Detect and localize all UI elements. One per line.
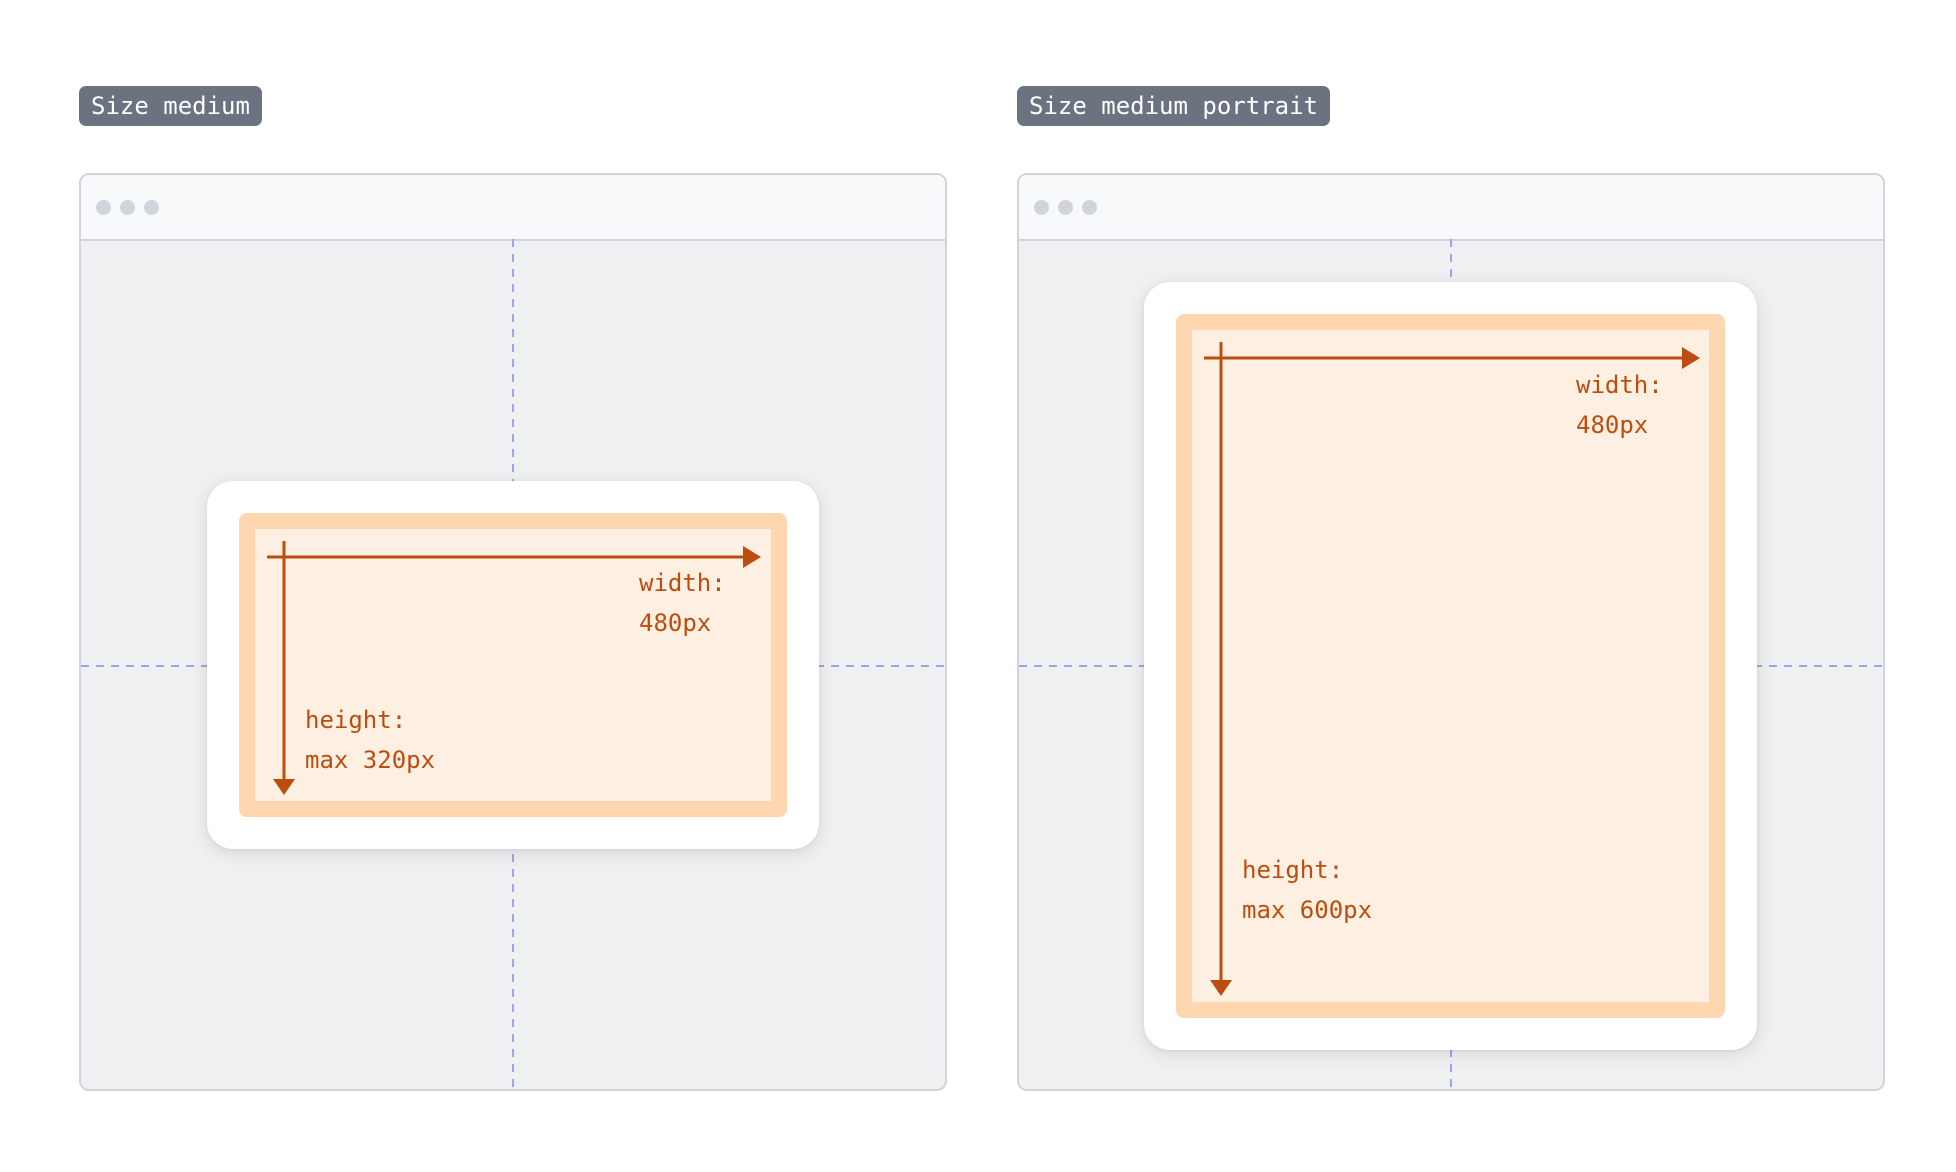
- height-value: max 600px: [1242, 896, 1373, 924]
- width-value: 480px: [1576, 411, 1649, 439]
- size-label: Size medium portrait: [1017, 86, 1330, 126]
- dimension-arrows: [267, 541, 761, 795]
- height-value: max 320px: [305, 746, 436, 774]
- browser-window: width: 480px height: max 600px: [1017, 173, 1885, 1091]
- size-label: Size medium: [79, 86, 262, 126]
- width-arrow-head: [743, 546, 761, 568]
- browser-window: width: 480px height: max 320px: [79, 173, 947, 1091]
- dialog: width: 480px height: max 320px: [207, 481, 819, 849]
- dialog: width: 480px height: max 600px: [1144, 282, 1757, 1050]
- dimension-arrows: [1204, 342, 1700, 996]
- height-arrow-head: [1210, 980, 1232, 996]
- width-value: 480px: [639, 609, 712, 637]
- example-size-medium-portrait: Size medium portrait width: 480px height…: [1017, 0, 1885, 1172]
- width-arrow-head: [1682, 347, 1700, 369]
- width-label: width:: [639, 569, 726, 597]
- width-label: width:: [1576, 371, 1663, 399]
- height-arrow-head: [273, 779, 295, 795]
- height-label: height:: [305, 706, 407, 734]
- example-size-medium: Size medium width: 480px height: max 320…: [79, 0, 947, 1172]
- height-label: height:: [1242, 856, 1344, 884]
